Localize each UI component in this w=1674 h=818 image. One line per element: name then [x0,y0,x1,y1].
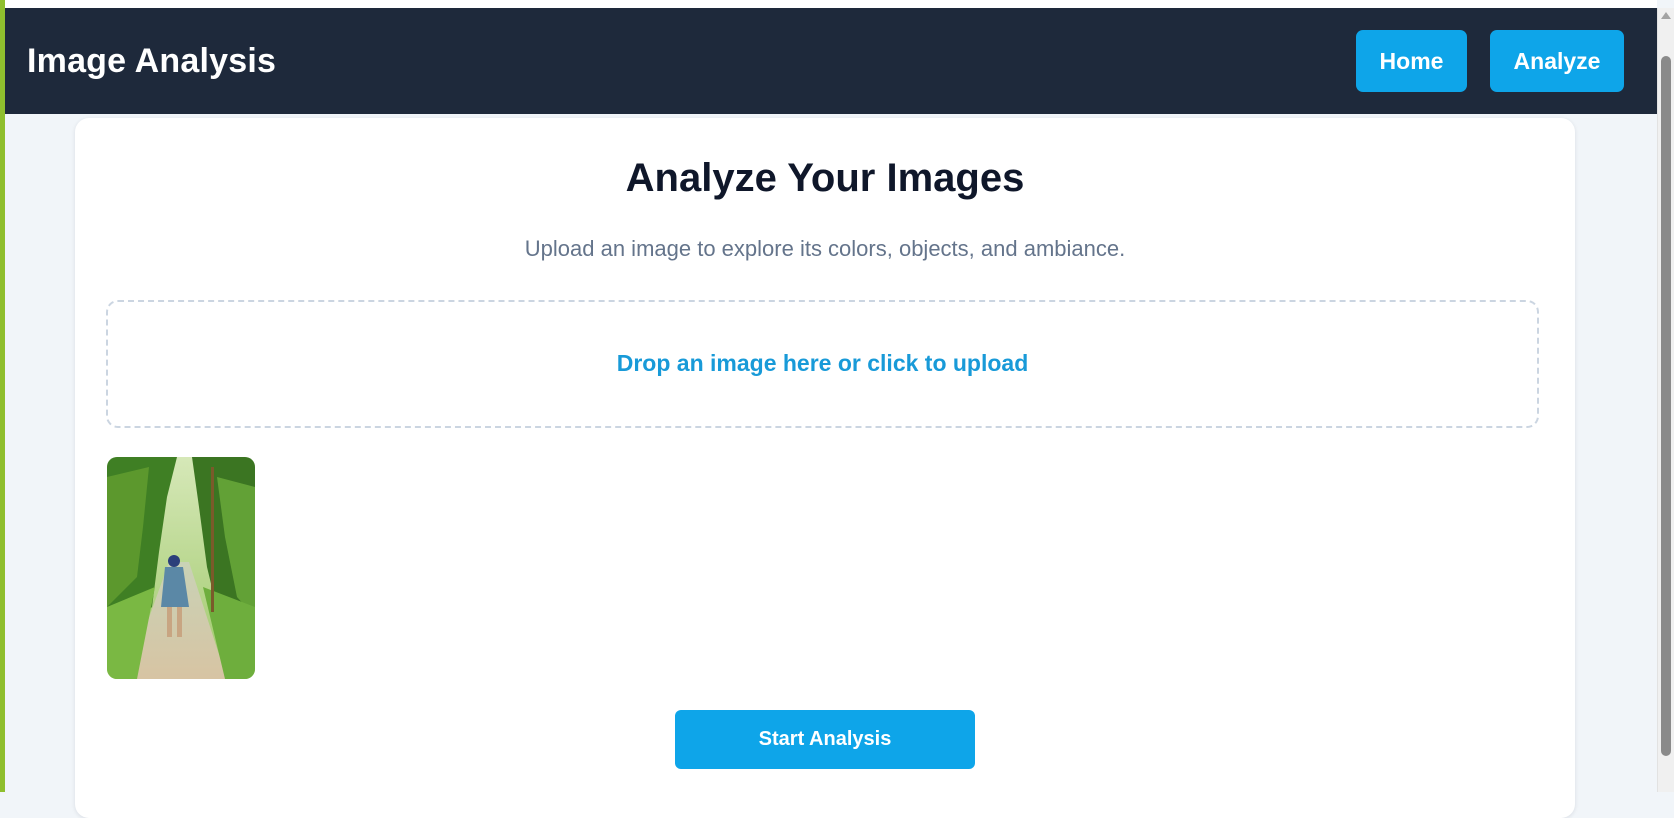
page-title: Analyze Your Images [625,156,1025,200]
page-subtitle: Upload an image to explore its colors, o… [524,236,1126,261]
uploaded-image-thumbnail [107,457,255,679]
window-left-edge [0,0,5,792]
scroll-up-arrow-icon[interactable] [1661,12,1671,19]
scrollbar-thumb[interactable] [1661,56,1671,756]
home-button[interactable]: Home [1356,30,1467,92]
vertical-scrollbar[interactable] [1657,8,1674,792]
uploaded-image-preview-icon [107,457,255,679]
start-analysis-button[interactable]: Start Analysis [675,710,975,769]
analysis-card: Analyze Your Images Upload an image to e… [75,118,1575,818]
app-title: Image Analysis [27,42,277,80]
analyze-button[interactable]: Analyze [1490,30,1624,92]
image-dropzone[interactable]: Drop an image here or click to upload [106,300,1539,428]
top-navigation-bar: Image Analysis Home Analyze [5,8,1657,114]
dropzone-label: Drop an image here or click to upload [616,350,1029,376]
browser-viewport: Image Analysis Home Analyze Analyze Your… [0,0,1674,818]
